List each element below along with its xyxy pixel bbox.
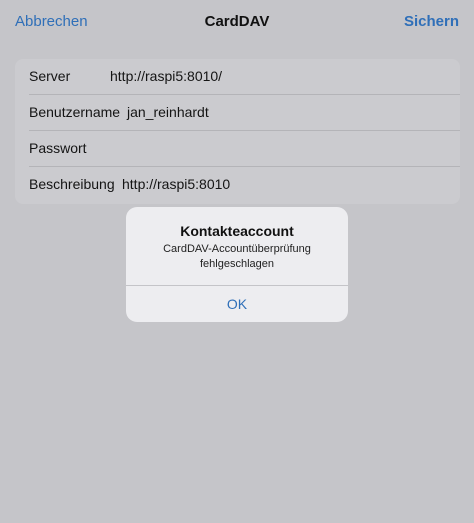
username-row[interactable]: Benutzername jan_reinhardt [15, 95, 460, 131]
username-label: Benutzername [29, 104, 121, 120]
page-title: CardDAV [204, 13, 270, 30]
username-field[interactable]: jan_reinhardt [127, 104, 209, 120]
account-form: Server http://raspi5:8010/ Benutzername … [15, 59, 460, 204]
password-label: Passwort [29, 140, 87, 156]
alert-dialog: Kontakteaccount CardDAV-Accountüberprüfu… [126, 207, 348, 322]
ok-button[interactable]: OK [126, 286, 348, 322]
server-label: Server [29, 68, 71, 84]
alert-message-line: CardDAV-Accountüberprüfung [163, 243, 311, 255]
server-row[interactable]: Server http://raspi5:8010/ [15, 59, 460, 95]
alert-title: Kontakteaccount [180, 223, 294, 239]
alert-message-line: fehlgeschlagen [199, 258, 274, 270]
description-field[interactable]: http://raspi5:8010 [122, 176, 230, 192]
server-field[interactable]: http://raspi5:8010/ [110, 68, 222, 84]
navigation-bar: Abbrechen CardDAV Sichern [0, 0, 474, 44]
alert-message: CardDAV-Accountüberprüfung fehlgeschlage… [138, 242, 336, 272]
password-row[interactable]: Passwort [15, 131, 460, 167]
description-label: Beschreibung [29, 176, 115, 192]
save-button[interactable]: Sichern [404, 13, 459, 30]
description-row[interactable]: Beschreibung http://raspi5:8010 [15, 167, 460, 204]
